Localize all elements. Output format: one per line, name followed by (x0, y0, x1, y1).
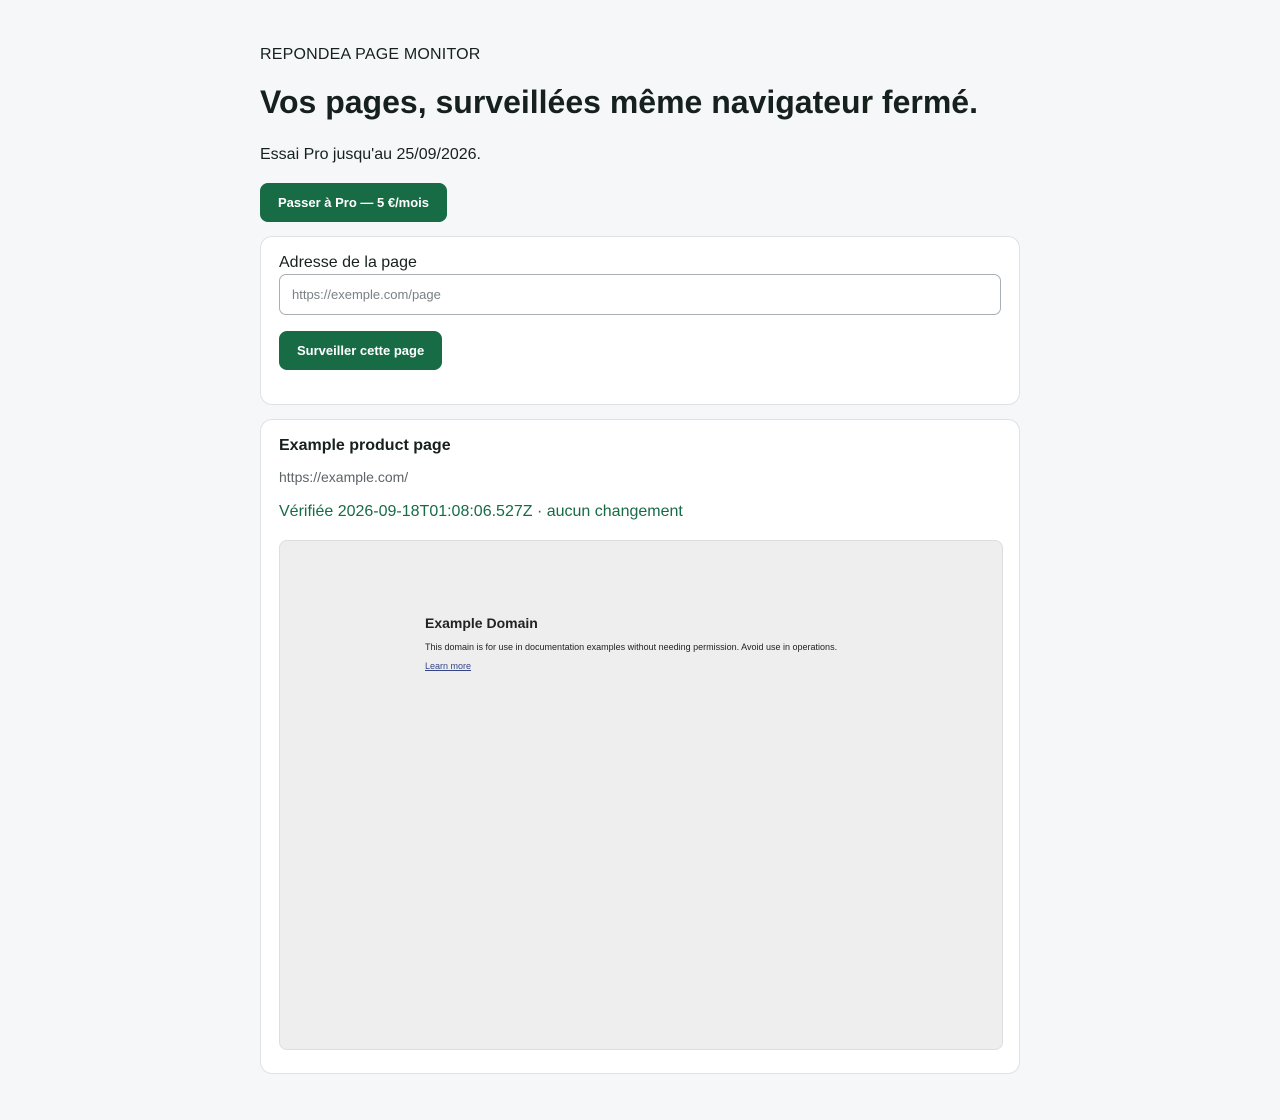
page-headline: Vos pages, surveillées même navigateur f… (260, 84, 978, 120)
monitored-page-title: Example product page (279, 437, 451, 454)
watch-page-button[interactable]: Surveiller cette page (279, 331, 443, 370)
snapshot-learn-more-link[interactable]: Learn more (425, 661, 471, 671)
page-address-input[interactable] (279, 274, 1001, 315)
add-page-form: Adresse de la page Surveiller cette page (260, 236, 1020, 405)
upgrade-pro-button[interactable]: Passer à Pro — 5 €/mois (260, 183, 448, 222)
page-snapshot-preview: Example Domain This domain is for use in… (279, 540, 1003, 1050)
monitored-page-url: https://example.com/ (279, 469, 409, 485)
trial-status: Essai Pro jusqu'au 25/09/2026. (260, 146, 481, 163)
brand-name: REPONDEA PAGE MONITOR (260, 46, 481, 63)
monitored-page-card: Example product page https://example.com… (260, 419, 1020, 1074)
check-status: Vérifiée 2026-09-18T01:08:06.527Z · aucu… (279, 503, 683, 520)
snapshot-heading: Example Domain (425, 615, 538, 631)
snapshot-paragraph: This domain is for use in documentation … (425, 642, 838, 652)
address-label: Adresse de la page (279, 254, 417, 271)
